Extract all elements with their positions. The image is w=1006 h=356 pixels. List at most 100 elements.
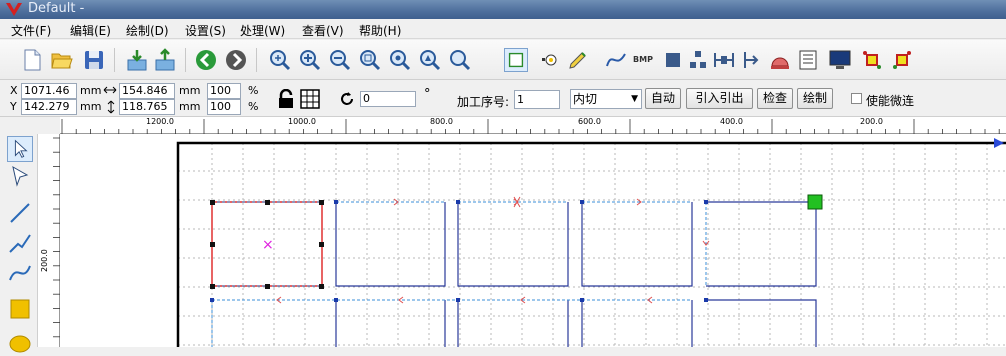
y-label: Y (10, 100, 17, 113)
height-arrow-icon (107, 100, 115, 114)
laser-icon[interactable] (768, 48, 792, 72)
square-icon[interactable] (661, 48, 685, 72)
start-point-marker[interactable] (807, 194, 823, 210)
go-prev-icon[interactable] (194, 48, 218, 72)
title-bar: Default - (0, 0, 1006, 19)
path-optimize-icon[interactable] (890, 48, 914, 72)
window-title: Default - (28, 1, 85, 16)
vertical-ruler-ticks (53, 137, 60, 338)
align-left-icon[interactable] (740, 48, 764, 72)
select-rect-icon[interactable] (504, 48, 528, 72)
node-edit-icon[interactable] (537, 48, 561, 72)
menu-process[interactable]: 处理(W) (240, 22, 285, 39)
degree-sign: ° (424, 87, 431, 102)
monitor-icon[interactable] (828, 48, 852, 72)
part-shapes[interactable] (335, 201, 817, 347)
center-mark-icon: × (262, 237, 274, 253)
x-unit: mm (80, 84, 102, 97)
toolbar-separator (185, 48, 186, 72)
menu-help[interactable]: 帮助(H) (359, 22, 401, 39)
horizontal-ruler: 1200.0 1000.0 800.0 600.0 400.0 200.0 (60, 117, 1006, 134)
export-icon[interactable] (153, 48, 177, 72)
y-position-input[interactable]: 142.279 (21, 99, 77, 115)
save-icon[interactable] (82, 48, 106, 72)
vertical-ruler: 200.0 (38, 134, 60, 347)
micro-joint-label: 使能微连 (866, 94, 915, 108)
process-seq-input[interactable]: 1 (514, 90, 560, 109)
draw-button[interactable]: 绘制 (797, 88, 833, 109)
drawing-canvas[interactable]: × (60, 134, 1006, 347)
ruler-label: 200.0 (40, 249, 49, 272)
origin-arrow-icon (994, 138, 1004, 148)
table-icon[interactable] (796, 48, 820, 72)
polyline-icon[interactable] (7, 230, 33, 256)
lead-in-out-button[interactable]: 引入引出 (686, 88, 753, 109)
sort-icon[interactable] (860, 48, 884, 72)
cut-mode-value: 内切 (573, 92, 598, 106)
height-percent-sign: % (248, 100, 259, 113)
zoom-out-icon[interactable] (328, 48, 352, 72)
auto-button[interactable]: 自动 (645, 88, 681, 109)
width-percent-sign: % (248, 84, 259, 97)
menu-edit[interactable]: 编辑(E) (70, 22, 111, 39)
bmp-label: BMP (633, 55, 653, 64)
ruler-label: 400.0 (720, 117, 743, 126)
line-icon[interactable] (7, 200, 33, 226)
ruler-label: 600.0 (578, 117, 601, 126)
check-button[interactable]: 检查 (757, 88, 793, 109)
lead-lines (211, 201, 707, 347)
ruler-label: 800.0 (430, 117, 453, 126)
x-position-input[interactable]: 1071.46 (21, 83, 77, 99)
node-select-icon[interactable] (7, 163, 33, 189)
app-logo-icon (6, 3, 22, 16)
import-icon[interactable] (125, 48, 149, 72)
ruler-label: 1000.0 (288, 117, 316, 126)
menu-settings[interactable]: 设置(S) (185, 22, 226, 39)
grid (178, 143, 1006, 347)
width-percent-input[interactable]: 100 (207, 83, 241, 99)
zoom-page-icon[interactable] (448, 48, 472, 72)
distribute-horizontal-icon[interactable] (712, 48, 736, 72)
menu-bar: 文件(F) 编辑(E) 绘制(D) 设置(S) 处理(W) 查看(V) 帮助(H… (0, 19, 1006, 39)
bmp-icon[interactable]: BMP (631, 48, 655, 72)
x-label: X (10, 84, 18, 97)
menu-file[interactable]: 文件(F) (11, 22, 51, 39)
bezier-icon[interactable] (7, 260, 33, 286)
height-percent-input[interactable]: 100 (207, 99, 241, 115)
ellipse-icon[interactable] (7, 330, 33, 356)
zoom-all-icon[interactable] (388, 48, 412, 72)
property-bar: X 1071.46 mm Y 142.279 mm 154.846 mm 100… (0, 81, 1006, 117)
width-input[interactable]: 154.846 (119, 83, 175, 99)
ruler-row: 1200.0 1000.0 800.0 600.0 400.0 200.0 (0, 117, 1006, 134)
open-folder-icon[interactable] (50, 48, 74, 72)
select-arrow-icon[interactable] (7, 136, 33, 162)
ruler-label: 200.0 (860, 117, 883, 126)
height-input[interactable]: 118.765 (119, 99, 175, 115)
go-next-icon[interactable] (224, 48, 248, 72)
curve-icon[interactable] (604, 48, 628, 72)
pen-icon[interactable] (566, 48, 590, 72)
zoom-selection-icon[interactable] (418, 48, 442, 72)
micro-joint-checkbox[interactable] (851, 93, 862, 104)
lock-ratio-icon[interactable] (277, 89, 295, 109)
toolbar-separator (114, 48, 115, 72)
zoom-in-icon[interactable] (298, 48, 322, 72)
chevron-down-icon: ▼ (631, 94, 638, 104)
y-unit: mm (80, 100, 102, 113)
rectangle-icon[interactable] (7, 296, 33, 322)
width-arrow-icon (103, 86, 117, 94)
toolbar-separator (256, 48, 257, 72)
rotate-angle-input[interactable]: 0 (360, 91, 416, 107)
new-file-icon[interactable] (20, 48, 44, 72)
menu-view[interactable]: 查看(V) (302, 22, 344, 39)
rotate-icon (341, 92, 353, 105)
ruler-label: 1200.0 (146, 117, 174, 126)
zoom-window-icon[interactable] (358, 48, 382, 72)
grid-anchor-icon[interactable] (300, 89, 320, 109)
width-unit: mm (179, 84, 201, 97)
canvas-drawing: × (176, 138, 1006, 347)
cut-mode-select[interactable]: 内切 ▼ (570, 89, 642, 109)
zoom-icon[interactable] (268, 48, 292, 72)
align-icon[interactable] (686, 48, 710, 72)
menu-draw[interactable]: 绘制(D) (126, 22, 169, 39)
